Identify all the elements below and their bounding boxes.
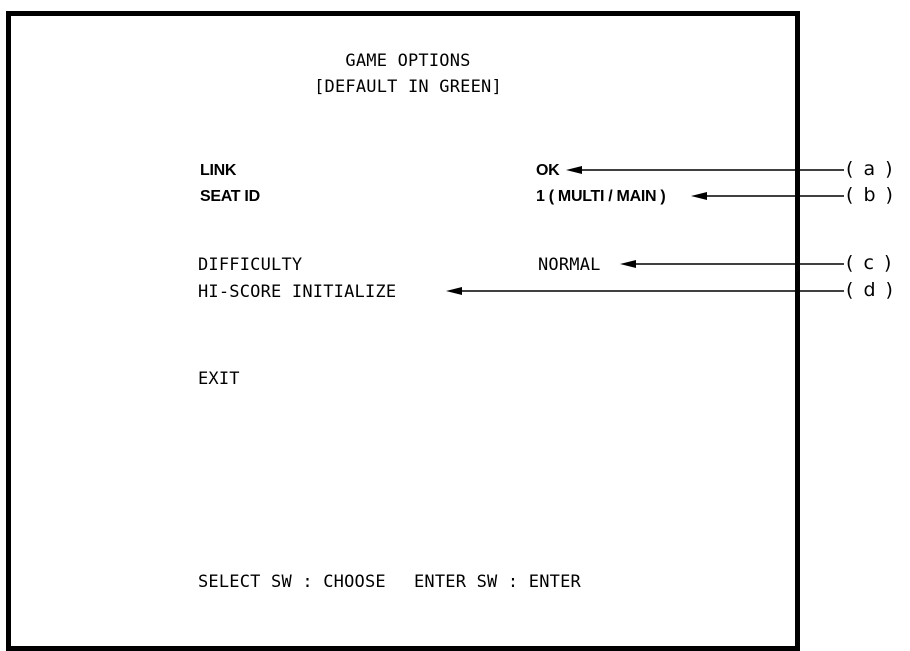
- callout-label-c: ( c ): [846, 252, 894, 274]
- option-link-value: OK: [536, 162, 560, 179]
- option-hi-score-initialize-label[interactable]: HI-SCORE INITIALIZE: [198, 282, 396, 302]
- option-seat-id-label[interactable]: SEAT ID: [200, 187, 260, 207]
- footer-enter-hint: ENTER SW : ENTER: [414, 572, 581, 592]
- screen-frame: [6, 11, 800, 651]
- option-exit[interactable]: EXIT: [198, 369, 240, 389]
- option-link-label[interactable]: LINK: [200, 161, 236, 181]
- footer-select-hint: SELECT SW : CHOOSE: [198, 572, 386, 592]
- option-seat-id-value: 1 ( MULTI / MAIN ): [536, 188, 666, 205]
- menu-title: GAME OPTIONS: [345, 51, 471, 71]
- option-difficulty-label[interactable]: DIFFICULTY: [198, 255, 302, 275]
- option-difficulty-value: NORMAL: [538, 255, 601, 275]
- callout-label-d: ( d ): [846, 279, 895, 301]
- callout-label-b: ( b ): [846, 184, 895, 206]
- callout-label-a: ( a ): [846, 158, 895, 180]
- menu-subtitle: [DEFAULT IN GREEN]: [314, 77, 502, 97]
